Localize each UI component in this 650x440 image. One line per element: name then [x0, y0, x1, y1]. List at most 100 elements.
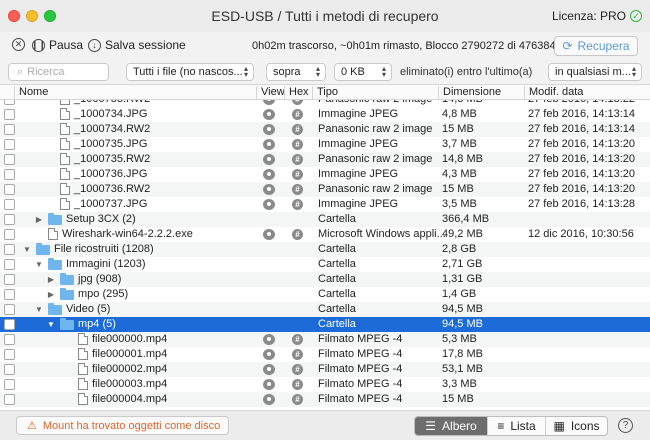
column-header-view[interactable]: View	[256, 86, 285, 99]
size-value-select[interactable]: 0 KB ▴ ▾	[334, 63, 392, 81]
column-header-modified[interactable]: Modif. data	[524, 86, 650, 99]
hex-icon[interactable]: #	[292, 124, 303, 135]
row-checkbox[interactable]	[4, 169, 15, 180]
eye-icon[interactable]	[263, 184, 275, 195]
row-checkbox[interactable]	[4, 334, 15, 345]
row-checkbox[interactable]	[4, 199, 15, 210]
eye-icon[interactable]	[263, 124, 275, 135]
eye-icon[interactable]	[263, 334, 275, 345]
eye-icon[interactable]	[263, 229, 275, 240]
view-tree-button[interactable]: ☰ Albero	[415, 417, 487, 435]
row-size: 1,31 GB	[442, 273, 483, 285]
time-range-select[interactable]: in qualsiasi m... ▴ ▾	[548, 63, 642, 81]
file-row[interactable]: _1000735.JPG # Immagine JPEG 3,7 MB 27 feb 2…	[0, 137, 650, 152]
file-row[interactable]: file000001.mp4 # Filmato MPEG -4 17,8 MB	[0, 347, 650, 362]
mount-disk-button[interactable]: ⚠ Mount ha trovato oggetti come disco	[16, 416, 229, 435]
pause-button[interactable]: ❙❙ Pausa	[31, 38, 83, 52]
stop-button[interactable]: ✕	[12, 38, 25, 51]
file-row[interactable]: Wireshark-win64-2.2.2.exe # Microsoft Wind…	[0, 227, 650, 242]
hex-icon[interactable]: #	[292, 139, 303, 150]
file-row[interactable]: file000000.mp4 # Filmato MPEG -4 5,3 MB	[0, 332, 650, 347]
folder-row[interactable]: ▼ Video (5) Cartella 94,5 MB	[0, 302, 650, 317]
row-size: 94,5 MB	[442, 303, 483, 315]
disclosure-expanded-icon[interactable]: ▼	[22, 245, 32, 254]
row-checkbox[interactable]	[4, 274, 15, 285]
eye-icon[interactable]	[263, 394, 275, 405]
row-checkbox[interactable]	[4, 394, 15, 405]
row-checkbox[interactable]	[4, 244, 15, 255]
file-row[interactable]: _1000737.JPG # Immagine JPEG 3,5 MB 27 feb 2…	[0, 197, 650, 212]
row-checkbox[interactable]	[4, 184, 15, 195]
disclosure-expanded-icon[interactable]: ▼	[46, 320, 56, 329]
row-checkbox[interactable]	[4, 139, 15, 150]
hex-icon[interactable]: #	[292, 229, 303, 240]
column-header-hex[interactable]: Hex	[284, 86, 312, 99]
file-row[interactable]: _1000734.JPG # Immagine JPEG 4,8 MB 27 feb 2…	[0, 107, 650, 122]
row-checkbox[interactable]	[4, 229, 15, 240]
row-checkbox[interactable]	[4, 259, 15, 270]
file-row[interactable]: file000003.mp4 # Filmato MPEG -4 3,3 MB	[0, 377, 650, 392]
disclosure-expanded-icon[interactable]: ▼	[34, 305, 44, 314]
folder-row[interactable]: ▶ jpg (908) Cartella 1,31 GB	[0, 272, 650, 287]
row-checkbox[interactable]	[4, 214, 15, 225]
file-row[interactable]: file000004.mp4 # Filmato MPEG -4 15 MB	[0, 392, 650, 407]
hex-icon[interactable]: #	[292, 394, 303, 405]
hex-icon[interactable]: #	[292, 379, 303, 390]
file-row[interactable]: _1000734.RW2 # Panasonic raw 2 image 15 MB 2…	[0, 122, 650, 137]
folder-row[interactable]: ▶ mpo (295) Cartella 1,4 GB	[0, 287, 650, 302]
folder-row[interactable]: ▶ Setup 3CX (2) Cartella 366,4 MB	[0, 212, 650, 227]
recover-button[interactable]: ⟳ Recupera	[554, 36, 638, 56]
eye-icon[interactable]	[263, 169, 275, 180]
eye-icon[interactable]	[263, 349, 275, 360]
file-row[interactable]: _1000736.RW2 # Panasonic raw 2 image 15 MB 2…	[0, 182, 650, 197]
hex-icon[interactable]: #	[292, 154, 303, 165]
search-input[interactable]: ⌕ Ricerca	[8, 63, 109, 81]
disclosure-expanded-icon[interactable]: ▼	[34, 260, 44, 269]
row-date: 27 feb 2016, 14:13:20	[528, 153, 636, 165]
column-header-type[interactable]: Tipo	[312, 86, 438, 99]
view-list-button[interactable]: ≡ Lista	[487, 417, 545, 435]
eye-icon[interactable]	[263, 199, 275, 210]
folder-row[interactable]: ▼ mp4 (5) Cartella 94,5 MB	[0, 317, 650, 332]
row-checkbox[interactable]	[4, 154, 15, 165]
folder-row[interactable]: ▼ File ricostruiti (1208) Cartella 2,8 GB	[0, 242, 650, 257]
hex-icon[interactable]: #	[292, 349, 303, 360]
row-name-cell: _1000737.JPG	[46, 198, 147, 210]
help-button[interactable]: ?	[618, 418, 633, 433]
row-checkbox[interactable]	[4, 364, 15, 375]
file-row[interactable]: _1000735.RW2 # Panasonic raw 2 image 14,8 M…	[0, 152, 650, 167]
eye-icon[interactable]	[263, 154, 275, 165]
hex-icon[interactable]: #	[292, 109, 303, 120]
column-header-name[interactable]: Nome	[14, 86, 256, 99]
hex-icon[interactable]: #	[292, 334, 303, 345]
hex-icon[interactable]: #	[292, 169, 303, 180]
disclosure-collapsed-icon[interactable]: ▶	[46, 275, 56, 284]
row-checkbox[interactable]	[4, 379, 15, 390]
folder-row[interactable]: ▼ Immagini (1203) Cartella 2,71 GB	[0, 257, 650, 272]
row-checkbox[interactable]	[4, 124, 15, 135]
disclosure-collapsed-icon[interactable]: ▶	[46, 290, 56, 299]
disclosure-collapsed-icon[interactable]: ▶	[34, 215, 44, 224]
row-name-cell: _1000734.JPG	[46, 108, 147, 120]
row-checkbox[interactable]	[4, 289, 15, 300]
file-filter-select[interactable]: Tutti i file (no nascos... ▴ ▾	[126, 63, 254, 81]
save-session-button[interactable]: ↓ Salva sessione	[88, 38, 186, 52]
eye-icon[interactable]	[263, 139, 275, 150]
row-name-cell: file000003.mp4	[64, 378, 167, 390]
file-row[interactable]: file000002.mp4 # Filmato MPEG -4 53,1 MB	[0, 362, 650, 377]
hex-icon[interactable]: #	[292, 364, 303, 375]
row-checkbox[interactable]	[4, 319, 15, 330]
eye-icon[interactable]	[263, 379, 275, 390]
size-operator-select[interactable]: sopra ▴ ▾	[266, 63, 326, 81]
eye-icon[interactable]	[263, 109, 275, 120]
row-checkbox[interactable]	[4, 109, 15, 120]
eye-icon[interactable]	[263, 364, 275, 375]
license-status[interactable]: Licenza: PRO ✓	[552, 9, 642, 23]
hex-icon[interactable]: #	[292, 184, 303, 195]
view-icons-button[interactable]: ▦ Icons	[545, 417, 607, 435]
file-row[interactable]: _1000736.JPG # Immagine JPEG 4,3 MB 27 feb 2…	[0, 167, 650, 182]
row-checkbox[interactable]	[4, 349, 15, 360]
row-checkbox[interactable]	[4, 304, 15, 315]
hex-icon[interactable]: #	[292, 199, 303, 210]
column-header-size[interactable]: Dimensione	[438, 86, 524, 99]
